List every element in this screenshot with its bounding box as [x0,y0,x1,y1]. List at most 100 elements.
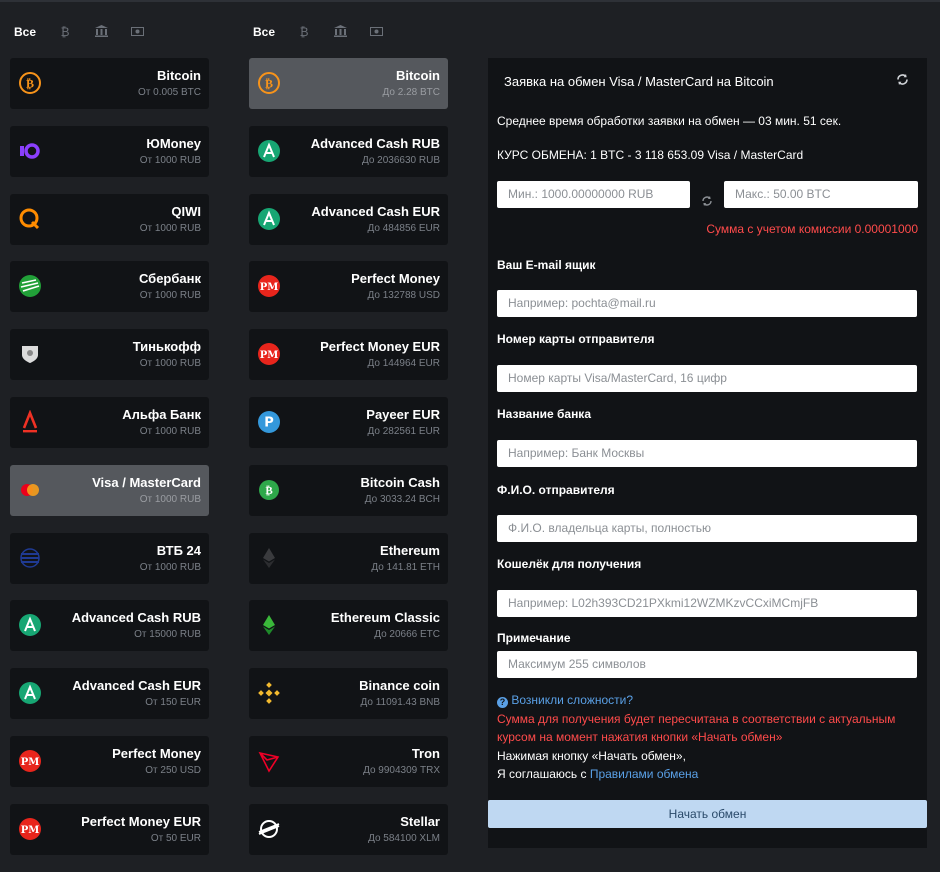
currency-limit: От 50 EUR [150,832,201,844]
right-filter-bar: Все ₿ [253,24,405,40]
left-currency-item[interactable]: Advanced Cash EUR От 150 EUR [10,668,209,720]
right-currency-item[interactable]: PM Perfect Money До 132788 USD [249,261,448,313]
cash-filter-icon[interactable] [130,25,144,39]
svg-text:PM: PM [21,757,40,768]
currency-name: Advanced Cash RUB [310,135,440,151]
right-currency-item[interactable]: ₿ Bitcoin До 2.28 BTC [249,58,448,109]
get-currency-list: ₿ Bitcoin До 2.28 BTC Advanced Cash RUB До 2… [249,58,448,872]
currency-name: Альфа Банк [122,406,201,422]
currency-name: Advanced Cash EUR [311,203,440,219]
currency-name: Perfect Money EUR [81,813,201,829]
currency-name: Perfect Money EUR [320,339,440,355]
currency-limit: До 141.81 ETH [371,561,440,573]
right-currency-item[interactable]: Advanced Cash EUR До 484856 EUR [249,193,448,245]
note-input[interactable]: Максимум 255 символов [497,651,917,678]
commission-note: Сумма с учетом комиссии 0.00001000 [706,222,918,236]
right-currency-item[interactable]: Binance coin До 11091.43 BNB [249,668,448,720]
currency-limit: До 3033.24 BCH [364,493,440,505]
qiwi-icon [18,207,42,231]
currency-limit: От 0.005 BTC [138,87,201,98]
sender-name-input[interactable]: Ф.И.О. владельца карты, полностью [497,515,917,542]
currency-limit: До 132788 USD [367,290,441,302]
left-currency-item[interactable]: Advanced Cash RUB От 15000 RUB [10,600,209,652]
currency-name: Ethereum Classic [330,610,440,626]
max-amount-input[interactable]: Макс.: 50.00 BTC [724,181,918,208]
agreement-line-1: Нажимая кнопку «Начать обмен», [497,749,686,763]
right-currency-item[interactable]: Stellar До 584100 XLM [249,803,448,855]
left-currency-item[interactable]: ВТБ 24 От 1000 RUB [10,532,209,584]
currency-name: Тинькофф [132,339,201,355]
advcash-icon [257,207,281,231]
yumoney-icon [18,139,42,163]
currency-limit: До 584100 XLM [368,832,440,844]
card-number-label: Номер карты отправителя [497,332,655,346]
currency-name: Advanced Cash EUR [72,678,201,694]
currency-limit: От 1000 RUB [139,154,201,166]
currency-name: ВТБ 24 [156,542,201,558]
start-exchange-button[interactable]: Начать обмен [488,800,927,828]
refresh-icon[interactable] [896,73,909,89]
min-amount-input[interactable]: Мин.: 1000.00000000 RUB [497,181,690,208]
help-icon: ? [497,697,508,708]
bank-filter-icon[interactable] [333,24,347,40]
currency-limit: От 1000 RUB [139,358,201,370]
sender-name-label: Ф.И.О. отправителя [497,483,615,497]
swap-icon[interactable] [701,194,713,212]
left-currency-item[interactable]: QIWI От 1000 RUB [10,193,209,245]
sberbank-icon [18,274,42,298]
card-number-input[interactable]: Номер карты Visa/MasterCard, 16 цифр [497,365,917,392]
agreement-prefix: Я соглашаюсь с [497,767,590,781]
currency-limit: От 15000 RUB [134,629,201,641]
currency-name: Perfect Money [351,271,440,287]
stellar-icon [257,817,281,841]
ethereum-icon [257,546,281,570]
bitcoin-filter-icon[interactable]: ₿ [297,25,311,39]
warning-line-1: Сумма для получения будет пересчитана в … [497,712,896,726]
currency-limit: От 1000 RUB [139,290,201,302]
agreement-line-2: Я соглашаюсь с Правилами обмена [497,767,698,781]
ethereum-classic-icon [257,613,281,637]
currency-name: Tron [411,745,440,761]
bank-name-input[interactable]: Например: Банк Москвы [497,440,917,467]
currency-limit: До 144964 EUR [367,358,441,370]
advcash-icon [18,613,42,637]
left-currency-item[interactable]: Visa / MasterCard От 1000 RUB [10,464,209,516]
filter-all[interactable]: Все [14,25,36,39]
bank-name-label: Название банка [497,407,591,421]
filter-all[interactable]: Все [253,25,275,39]
currency-limit: От 250 USD [145,764,201,776]
currency-limit: До 2.28 BTC [382,87,440,98]
left-currency-item[interactable]: Альфа Банк От 1000 RUB [10,396,209,448]
right-currency-item[interactable]: ₿ Bitcoin Cash До 3033.24 BCH [249,464,448,516]
exchange-panel: Заявка на обмен Visa / MasterCard на Bit… [488,58,927,848]
right-currency-item[interactable]: PM Perfect Money EUR До 144964 EUR [249,329,448,381]
email-label: Ваш E-mail ящик [497,258,596,272]
currency-name: Binance coin [359,678,440,694]
exchange-rules-link[interactable]: Правилами обмена [590,767,699,781]
right-currency-item[interactable]: Tron До 9904309 TRX [249,735,448,787]
wallet-input[interactable]: Например: L02h393CD21PXkmi12WZMKzvCCxiMC… [497,590,917,617]
help-link[interactable]: Возникли сложности? [511,693,633,707]
left-currency-item[interactable]: Тинькофф От 1000 RUB [10,329,209,381]
bank-filter-icon[interactable] [94,24,108,40]
right-currency-item[interactable]: Advanced Cash RUB До 2036630 RUB [249,125,448,177]
left-currency-item[interactable]: PM Perfect Money EUR От 50 EUR [10,803,209,855]
right-currency-item[interactable]: P Payeer EUR До 282561 EUR [249,396,448,448]
left-currency-item[interactable]: ₿ Bitcoin От 0.005 BTC [10,58,209,109]
right-currency-item[interactable]: Ethereum До 141.81 ETH [249,532,448,584]
bitcoin-filter-icon[interactable]: ₿ [58,25,72,39]
currency-name: QIWI [171,203,201,219]
payeer-icon: P [257,410,281,434]
cash-filter-icon[interactable] [369,25,383,39]
note-label: Примечание [497,631,571,645]
tinkoff-icon [18,342,42,366]
email-input[interactable]: Например: pochta@mail.ru [497,290,917,317]
currency-name: ЮMoney [146,135,201,151]
svg-text:₿: ₿ [26,77,34,91]
left-currency-item[interactable]: PM Perfect Money От 250 USD [10,735,209,787]
right-currency-item[interactable]: Ethereum Classic До 20666 ETC [249,600,448,652]
bitcoin-icon: ₿ [18,71,42,95]
currency-limit: До 9904309 TRX [363,764,440,776]
left-currency-item[interactable]: Сбербанк От 1000 RUB [10,261,209,313]
left-currency-item[interactable]: ЮMoney От 1000 RUB [10,125,209,177]
